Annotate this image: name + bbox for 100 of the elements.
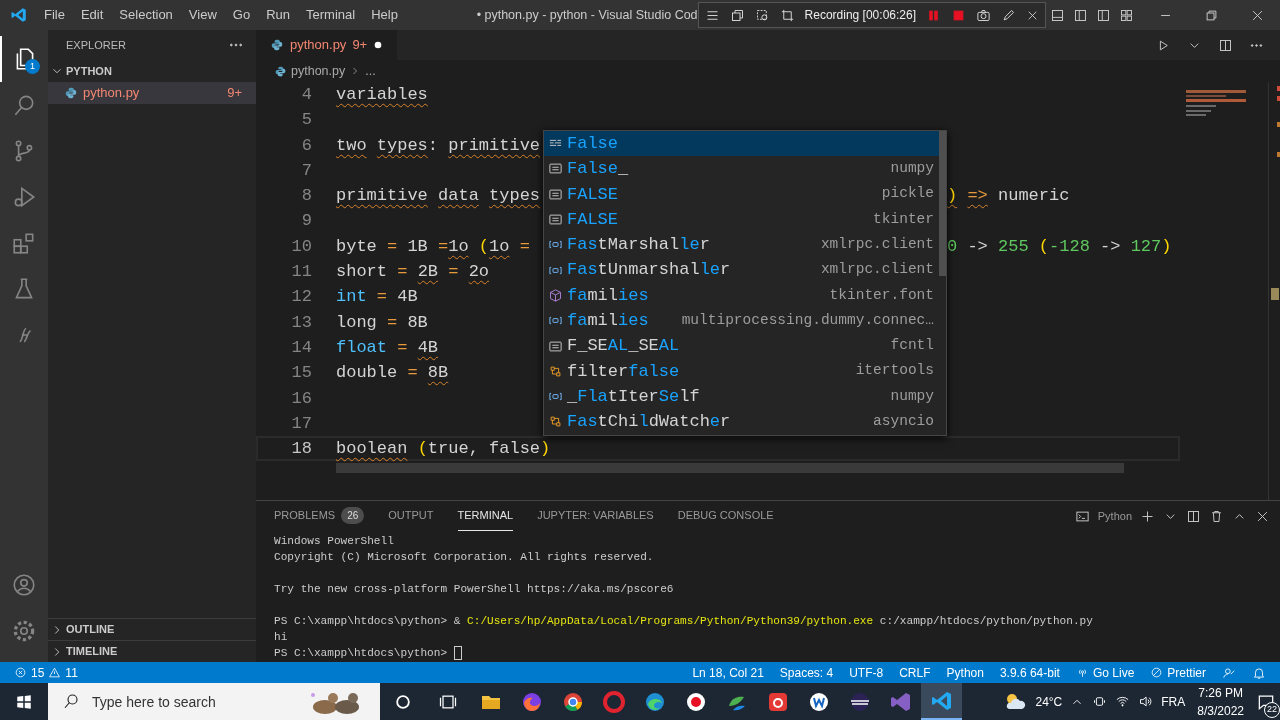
suggestion-item[interactable]: families multiprocessing.dummy.connec… bbox=[544, 308, 946, 334]
search-field[interactable]: Type here to search bbox=[48, 683, 295, 720]
pause-icon[interactable] bbox=[926, 7, 941, 23]
split-terminal-icon[interactable] bbox=[1186, 508, 1201, 524]
terminal-line: PS C:\xampp\htdocs\python> bbox=[274, 647, 448, 659]
panel-tab[interactable]: TERMINAL bbox=[457, 501, 514, 531]
bell-icon[interactable] bbox=[1252, 665, 1266, 680]
status-item[interactable]: CRLF bbox=[893, 663, 937, 682]
restore-icon[interactable] bbox=[1203, 7, 1219, 23]
window-icon[interactable] bbox=[729, 7, 745, 23]
panel-tab[interactable]: JUPYTER: VARIABLES bbox=[537, 501, 654, 531]
app-logo-icon bbox=[10, 6, 28, 24]
breadcrumb-item[interactable]: ... bbox=[365, 61, 376, 81]
line-number: 14 bbox=[290, 336, 313, 359]
status-item[interactable]: Go Live bbox=[1092, 663, 1135, 682]
circle-slash-icon bbox=[1150, 666, 1164, 679]
editor-tab[interactable]: python.py 9+ bbox=[256, 30, 398, 60]
menu-item[interactable]: Edit bbox=[72, 5, 112, 25]
menu-item[interactable]: Help bbox=[363, 5, 406, 25]
code-line: ) => numeric bbox=[947, 185, 1070, 208]
error-icon bbox=[14, 666, 27, 679]
code-line: double = 8B bbox=[336, 362, 449, 385]
layout-icon[interactable] bbox=[1073, 7, 1088, 23]
line-number: 12 bbox=[290, 286, 313, 309]
region-capture-icon[interactable] bbox=[754, 7, 770, 23]
suggestion-item[interactable]: _FlatIterSelf numpy bbox=[544, 383, 946, 410]
panel-tab[interactable]: OUTPUT bbox=[388, 501, 434, 531]
clock-date[interactable]: 8/3/2022 bbox=[1197, 701, 1244, 720]
suggestion-item[interactable]: FALSE tkinter bbox=[544, 206, 946, 233]
status-item[interactable]: Ln 18, Col 21 bbox=[686, 663, 770, 682]
split-editor-icon[interactable] bbox=[1218, 37, 1233, 53]
status-item[interactable]: UTF-8 bbox=[843, 663, 890, 682]
temperature[interactable]: 24°C bbox=[1035, 692, 1063, 711]
cube-icon bbox=[548, 287, 563, 303]
menu-item[interactable]: Run bbox=[258, 5, 298, 25]
menu-item[interactable]: Selection bbox=[111, 5, 181, 25]
folder-header[interactable]: PYTHON bbox=[48, 60, 256, 82]
layout-icon[interactable] bbox=[1119, 7, 1134, 23]
breadcrumb-item[interactable]: python.py bbox=[291, 61, 346, 81]
settings-icon[interactable] bbox=[11, 618, 37, 644]
speaker-icon[interactable] bbox=[1138, 694, 1154, 709]
suggestion-item[interactable]: FastUnmarshaller xmlrpc.client bbox=[544, 257, 946, 283]
code-line: two types: primitive bbox=[336, 134, 541, 157]
layout-icon[interactable] bbox=[1050, 7, 1065, 23]
stop-icon[interactable] bbox=[951, 7, 966, 23]
error-count[interactable]: 15 bbox=[31, 663, 45, 682]
terminal-icon[interactable] bbox=[1074, 508, 1090, 524]
code-line: byte = 1B =1o (1o = bbox=[336, 235, 530, 258]
status-item[interactable]: Python bbox=[940, 663, 990, 682]
code-line: short = 2B = 2o bbox=[336, 261, 490, 284]
line-number: 4 bbox=[300, 84, 313, 106]
camera-icon[interactable] bbox=[976, 7, 991, 23]
code-line: variables bbox=[336, 84, 428, 106]
python-file-icon bbox=[270, 38, 284, 52]
suggestion-item[interactable]: FastMarshaller xmlrpc.client bbox=[544, 232, 946, 258]
suggestion-item[interactable]: F_SEAL_SEAL fcntl bbox=[544, 333, 946, 359]
line-number: 9 bbox=[300, 210, 313, 233]
warning-count[interactable]: 11 bbox=[65, 663, 78, 682]
status-item[interactable]: Prettier bbox=[1167, 663, 1206, 682]
tree-item[interactable]: python.py 9+ bbox=[48, 82, 256, 104]
status-item[interactable]: 3.9.6 64-bit bbox=[993, 663, 1066, 682]
sidebar-title: EXPLORER bbox=[66, 37, 126, 53]
code-line: int = 4B bbox=[336, 286, 418, 309]
device-icon[interactable] bbox=[1092, 694, 1108, 709]
trash-icon[interactable] bbox=[1209, 508, 1224, 524]
code-line: long = 8B bbox=[336, 311, 428, 334]
clock-time[interactable]: 7:26 PM bbox=[1198, 683, 1243, 702]
menu-item[interactable]: File bbox=[36, 5, 73, 25]
constant-icon bbox=[548, 161, 563, 177]
language-indicator[interactable]: FRA bbox=[1161, 692, 1186, 711]
scrollbar-thumb[interactable] bbox=[939, 131, 946, 276]
suggestion-item[interactable]: False_ numpy bbox=[544, 156, 946, 182]
terminal-line: Try the new cross-platform PowerShell https://aka.ms/pscore6 bbox=[274, 583, 674, 595]
menu-item[interactable]: Go bbox=[224, 5, 259, 25]
code-line: boolean (true, false) bbox=[336, 438, 551, 461]
panel-tab[interactable]: PROBLEMS 26 bbox=[274, 501, 365, 531]
crop-icon[interactable] bbox=[779, 7, 795, 23]
constant-icon bbox=[548, 338, 563, 354]
menu-item[interactable]: Terminal bbox=[298, 5, 364, 25]
wifi-icon[interactable] bbox=[1115, 694, 1131, 709]
panel-tab[interactable]: DEBUG CONSOLE bbox=[677, 501, 774, 531]
feedback-icon[interactable] bbox=[1222, 665, 1236, 680]
account-icon[interactable] bbox=[11, 572, 37, 598]
layout-icon[interactable] bbox=[1096, 7, 1111, 23]
line-number: 6 bbox=[300, 134, 313, 157]
suggestion-item[interactable]: families tkinter.font bbox=[544, 282, 946, 309]
menu-item[interactable]: View bbox=[180, 5, 225, 25]
terminal-name[interactable]: Python bbox=[1097, 507, 1132, 525]
warning-icon bbox=[48, 666, 62, 679]
line-number: 18 bbox=[290, 438, 313, 461]
suggestion-item[interactable]: FALSE pickle bbox=[544, 181, 946, 207]
scrollbar-thumb[interactable] bbox=[336, 463, 1124, 474]
pen-icon[interactable] bbox=[1001, 7, 1016, 23]
notification-count: 22 bbox=[1264, 702, 1280, 718]
status-item[interactable]: Spaces: 4 bbox=[773, 663, 840, 682]
suggestion-item[interactable]: FastChildWatcher asyncio bbox=[544, 409, 946, 435]
section-header[interactable]: OUTLINE bbox=[48, 618, 256, 640]
suggestion-item[interactable]: filterfalse itertools bbox=[544, 358, 946, 384]
windows-logo-icon[interactable] bbox=[15, 692, 33, 711]
python-file-icon bbox=[274, 64, 287, 78]
